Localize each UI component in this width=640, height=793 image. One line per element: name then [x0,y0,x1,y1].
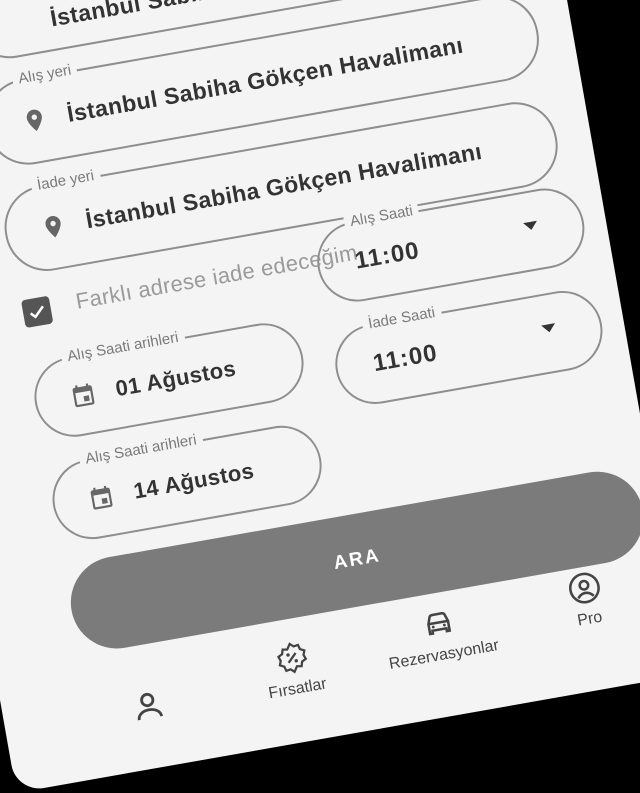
location-pin-icon [26,109,42,132]
return-time-value: 11:00 [370,339,440,378]
pickup-location-value: İstanbul Sabiha Gökçen Havalimanı [65,31,466,127]
chevron-down-icon[interactable] [541,323,557,334]
chevron-down-icon[interactable] [523,220,539,231]
nav-item-reservations-label: Rezervasyonlar [387,636,501,673]
discount-icon [276,642,308,674]
nav-item-account[interactable] [71,676,226,741]
return-date-value: 14 Ağustos [131,457,256,504]
return-time-field[interactable]: İade Saati 11:00 [329,284,609,411]
car-icon [427,612,452,636]
profile-icon [568,572,600,604]
return-date-legend: Alış Saati arihleri [78,430,204,469]
calendar-icon [90,485,113,510]
return-time-legend: İade Saati [360,302,443,334]
checkmark-icon [29,305,44,319]
nav-item-deals[interactable]: Fırsatlar [215,628,373,711]
pickup-location-legend: Alış yeri [11,60,79,89]
pickup-date-value: 01 Ağustos [113,355,238,402]
pickup-date-field[interactable]: Alış Saati arihleri 01 Ağustos [28,317,310,444]
return-location-legend: İade yeri [29,166,102,195]
pickup-time-value: 11:00 [352,236,422,275]
calendar-icon [72,383,95,408]
app-screen: İstanbul Sabiha Gökçen Havalimanı Alış y… [0,0,640,793]
different-address-checkbox[interactable] [20,295,54,329]
location-pin-icon [45,215,61,238]
pickup-date-legend: Alış Saati arihleri [60,327,186,367]
person-icon [137,692,163,721]
nav-item-profile-label: Pro [576,608,604,630]
nav-item-reservations[interactable]: Rezervasyonlar [362,594,520,677]
nav-item-deals-label: Fırsatlar [267,675,328,703]
